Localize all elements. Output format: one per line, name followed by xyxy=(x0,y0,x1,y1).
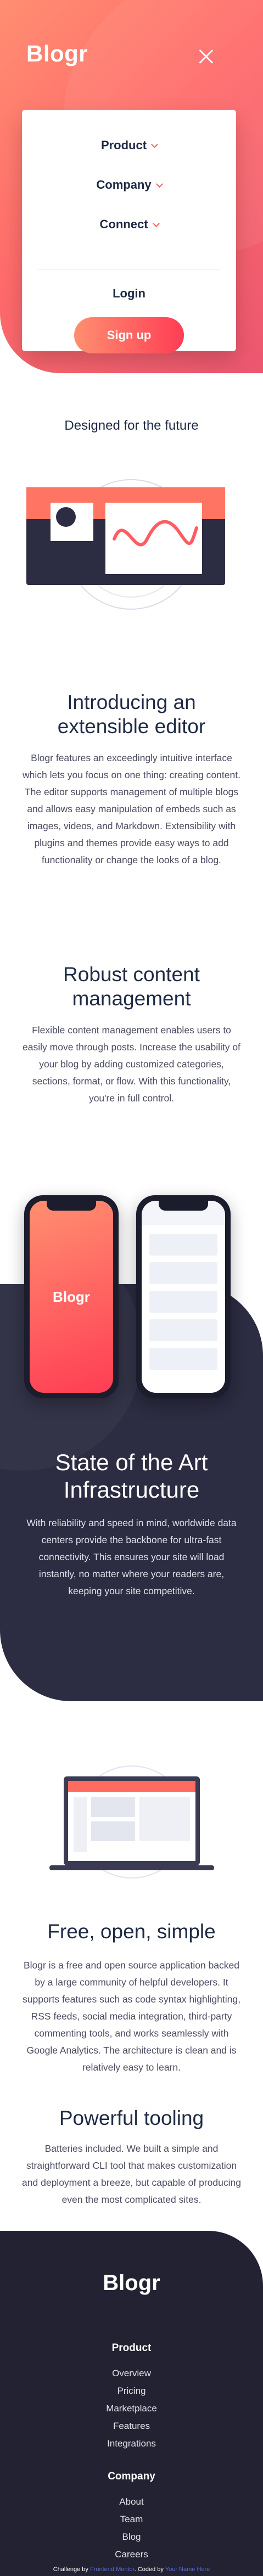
section-title-robust: Robust content management xyxy=(63,963,200,1010)
avatar-shape xyxy=(56,507,76,527)
footer-link-team[interactable]: Team xyxy=(0,2514,263,2525)
phone-screen xyxy=(142,1201,225,1393)
footer-link-careers[interactable]: Careers xyxy=(0,2549,263,2560)
laptop-illustration xyxy=(49,1765,214,1878)
footer-link-marketplace[interactable]: Marketplace xyxy=(0,2403,263,2414)
close-menu-icon[interactable] xyxy=(198,48,214,65)
login-link[interactable]: Login xyxy=(22,286,236,301)
chart-card xyxy=(105,503,202,574)
footer-link-features[interactable]: Features xyxy=(0,2421,263,2432)
challenge-link[interactable]: Frontend Mentor xyxy=(90,2566,135,2573)
landing-page: Blogr Product Company Connect Login Sign… xyxy=(0,0,263,2576)
footer-logo[interactable]: Blogr xyxy=(0,2271,263,2296)
section-title-editor: Introducing an extensible editor xyxy=(57,691,206,738)
attribution: Challenge by Frontend Mentor. Coded by Y… xyxy=(0,2566,263,2573)
footer-heading-product: Product xyxy=(111,2342,152,2354)
chevron-down-icon xyxy=(151,141,158,148)
mobile-menu: Product Company Connect Login Sign up xyxy=(22,110,236,353)
phone-row xyxy=(149,1291,217,1313)
phone-screen: Blogr xyxy=(30,1201,113,1393)
phone-notch xyxy=(47,1201,96,1211)
phone-mockup-white xyxy=(136,1195,231,1398)
menu-item-label: Product xyxy=(100,138,147,152)
logo[interactable]: Blogr xyxy=(26,41,88,67)
chevron-down-icon xyxy=(152,220,160,227)
laptop-base xyxy=(49,1865,214,1870)
attribution-coded: . Coded by xyxy=(134,2566,164,2573)
chevron-down-icon xyxy=(155,181,163,188)
footer-link-overview[interactable]: Overview xyxy=(0,2368,263,2379)
section-text-editor: Blogr features an exceedingly intuitive … xyxy=(23,752,240,865)
section-title-infrastructure: State of the Art Infrastructure xyxy=(55,1449,208,1503)
menu-item-company[interactable]: Company xyxy=(22,178,236,192)
footer-link-pricing[interactable]: Pricing xyxy=(0,2386,263,2397)
section-title-free: Free, open, simple xyxy=(47,1920,216,1943)
phone-row xyxy=(149,1348,217,1370)
section-title-tooling: Powerful tooling xyxy=(59,2107,204,2129)
menu-item-connect[interactable]: Connect xyxy=(22,217,236,232)
phone-logo: Blogr xyxy=(53,1289,90,1305)
footer-link-blog[interactable]: Blog xyxy=(0,2532,263,2543)
phone-row xyxy=(149,1262,217,1284)
section-text-robust: Flexible content management enables user… xyxy=(23,1025,240,1104)
menu-item-label: Connect xyxy=(99,217,148,231)
phone-mockup-red: Blogr xyxy=(24,1195,119,1398)
phone-notch xyxy=(159,1201,208,1211)
hero: Blogr Product Company Connect Login Sign… xyxy=(0,0,263,373)
footer-link-about[interactable]: About xyxy=(0,2496,263,2507)
section-title-designed: Designed for the future xyxy=(64,418,199,433)
menu-item-product[interactable]: Product xyxy=(22,138,236,153)
section-text-infrastructure: With reliability and speed in mind, worl… xyxy=(26,1517,237,1596)
section-text-free: Blogr is a free and open source applicat… xyxy=(23,1960,240,2073)
section-text-tooling: Batteries included. We built a simple an… xyxy=(22,2143,241,2205)
phone-row xyxy=(149,1234,217,1256)
footer-heading-company: Company xyxy=(108,2471,155,2482)
phone-row xyxy=(149,1319,217,1341)
footer-link-integrations[interactable]: Integrations xyxy=(0,2438,263,2449)
menu-item-label: Company xyxy=(96,178,152,192)
attribution-prefix: Challenge by xyxy=(53,2566,88,2573)
author-link[interactable]: Your Name Here xyxy=(165,2566,210,2573)
editor-illustration xyxy=(26,479,225,610)
sign-up-button[interactable]: Sign up xyxy=(74,317,184,353)
